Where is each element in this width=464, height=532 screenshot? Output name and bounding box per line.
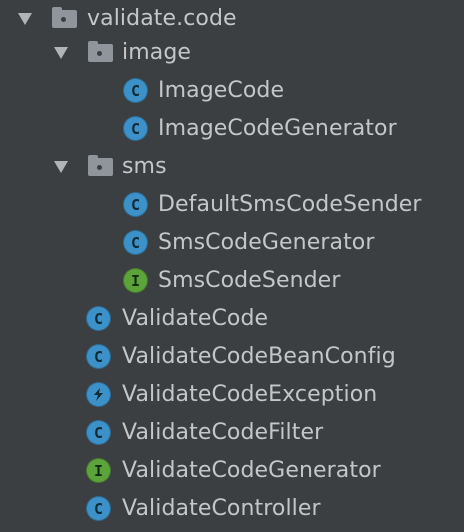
- tree-item-imagecode[interactable]: C ImageCode: [0, 72, 464, 110]
- class-icon: C: [86, 306, 111, 331]
- class-icon: C: [123, 116, 148, 141]
- tree-item-label: DefaultSmsCodeSender: [158, 192, 422, 217]
- package-label: validate.code: [87, 6, 237, 31]
- package-row-validate-code[interactable]: validate.code: [0, 0, 464, 38]
- package-row-sms[interactable]: sms: [0, 148, 464, 186]
- tree-item-label: ValidateController: [122, 496, 321, 521]
- interface-icon: I: [86, 458, 111, 483]
- expand-arrow-icon[interactable]: [54, 161, 68, 173]
- class-icon: C: [123, 78, 148, 103]
- package-label: image: [122, 40, 192, 65]
- expand-arrow-icon[interactable]: [54, 47, 68, 59]
- class-icon: C: [86, 496, 111, 521]
- class-icon: C: [86, 344, 111, 369]
- project-tree: validate.code image C ImageCode C ImageC…: [0, 0, 464, 532]
- tree-item-defaultsmscodesender[interactable]: C DefaultSmsCodeSender: [0, 186, 464, 224]
- tree-item-smscodegenerator[interactable]: C SmsCodeGenerator: [0, 224, 464, 262]
- tree-item-imagecodegenerator[interactable]: C ImageCodeGenerator: [0, 110, 464, 148]
- package-folder-icon: [88, 41, 113, 62]
- tree-item-label: ValidateCodeBeanConfig: [122, 344, 396, 369]
- tree-item-label: SmsCodeSender: [158, 268, 341, 293]
- tree-item-label: ValidateCodeException: [122, 382, 378, 407]
- tree-item-validatecodefilter[interactable]: C ValidateCodeFilter: [0, 414, 464, 452]
- package-row-image[interactable]: image: [0, 34, 464, 72]
- tree-item-smscodesender[interactable]: I SmsCodeSender: [0, 262, 464, 300]
- expand-arrow-icon[interactable]: [18, 13, 32, 25]
- tree-item-validatecodegenerator[interactable]: I ValidateCodeGenerator: [0, 452, 464, 490]
- package-folder-icon: [52, 7, 77, 28]
- tree-item-validatecontroller[interactable]: C ValidateController: [0, 490, 464, 528]
- tree-item-validatecodeexception[interactable]: ValidateCodeException: [0, 376, 464, 414]
- tree-item-validatecodebeanconfig[interactable]: C ValidateCodeBeanConfig: [0, 338, 464, 376]
- interface-icon: I: [123, 268, 148, 293]
- package-folder-icon: [88, 155, 113, 176]
- lightning-icon: [86, 382, 111, 407]
- tree-item-label: ValidateCode: [122, 306, 269, 331]
- tree-item-label: ImageCode: [158, 78, 285, 103]
- class-icon: C: [123, 230, 148, 255]
- tree-item-validatecode[interactable]: C ValidateCode: [0, 300, 464, 338]
- package-label: sms: [122, 154, 167, 179]
- class-icon: C: [123, 192, 148, 217]
- class-icon: C: [86, 420, 111, 445]
- tree-item-label: ValidateCodeFilter: [122, 420, 324, 445]
- tree-item-label: SmsCodeGenerator: [158, 230, 375, 255]
- tree-item-label: ImageCodeGenerator: [158, 116, 397, 141]
- tree-item-label: ValidateCodeGenerator: [122, 458, 381, 483]
